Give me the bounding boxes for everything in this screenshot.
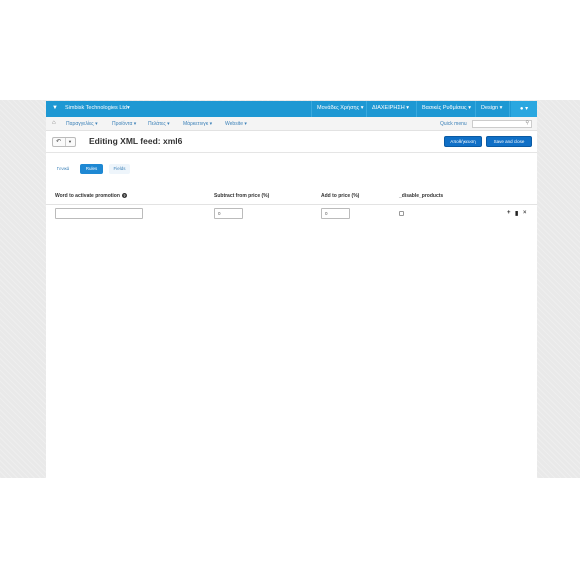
nav-settings[interactable]: Βασικές Ρυθμίσεις ▾ <box>422 105 471 111</box>
user-menu-button[interactable]: ● ▾ <box>511 101 537 117</box>
back-arrow-icon[interactable]: ↶ <box>56 138 61 146</box>
subnav-website[interactable]: Website ▾ <box>225 121 247 127</box>
disable-products-checkbox[interactable] <box>399 211 404 216</box>
subnav-orders[interactable]: Παραγγελίες ▾ <box>66 121 98 127</box>
top-navbar: ▼ Simbisk Technologies Ltd▾ Μονάδες Χρήσ… <box>46 101 537 117</box>
copy-icon[interactable]: ▮ <box>515 210 518 217</box>
quick-search-input[interactable]: ⚲ <box>472 120 532 128</box>
page-title: Editing XML feed: xml6 <box>89 136 183 146</box>
promotion-word-input[interactable] <box>55 208 143 219</box>
nav-divider <box>416 101 417 117</box>
add-price-input[interactable]: 0 <box>321 208 350 219</box>
tab-rules[interactable]: Rules <box>80 164 103 174</box>
table-row: 0 0 + ▮ × <box>46 205 537 223</box>
company-selector[interactable]: Simbisk Technologies Ltd▾ <box>65 105 130 111</box>
nav-admin[interactable]: ΔΙΑΧΕΙΡΗΣΗ ▾ <box>372 105 409 111</box>
user-icon: ● <box>519 106 524 112</box>
subnav-customers[interactable]: Πελάτες ▾ <box>148 121 170 127</box>
quick-menu-link[interactable]: Quick menu <box>440 121 467 127</box>
close-icon[interactable]: × <box>523 210 527 216</box>
subnav-products[interactable]: Προϊόντα ▾ <box>112 121 136 127</box>
add-row-icon[interactable]: + <box>507 210 511 216</box>
app-window: ▼ Simbisk Technologies Ltd▾ Μονάδες Χρήσ… <box>46 101 537 478</box>
nav-divider <box>311 101 312 117</box>
subtract-price-input[interactable]: 0 <box>214 208 243 219</box>
column-header-subtract: Subtract from price (%) <box>214 193 270 199</box>
nav-divider <box>475 101 476 117</box>
nav-divider <box>366 101 367 117</box>
home-icon[interactable]: ⌂ <box>52 120 56 126</box>
tab-general[interactable]: Γενικά <box>52 164 74 174</box>
save-button[interactable]: Αποθήκευση <box>444 136 482 147</box>
button-divider <box>65 138 66 146</box>
secondary-navbar: ⌂ Παραγγελίες ▾ Προϊόντα ▾ Πελάτες ▾ Μάρ… <box>46 117 537 131</box>
nav-divider <box>509 101 510 117</box>
save-and-close-button[interactable]: Save and close <box>486 136 532 147</box>
nav-design[interactable]: Design ▾ <box>481 105 502 111</box>
nav-units[interactable]: Μονάδες Χρήσης ▾ <box>317 105 364 111</box>
column-header-word: Word to activate promotion? <box>55 193 127 199</box>
column-header-disable-products: _disable_products <box>399 193 444 199</box>
back-button-group[interactable]: ↶ ▼ <box>52 137 76 147</box>
page-header: ↶ ▼ Editing XML feed: xml6 Αποθήκευση Sa… <box>46 131 537 153</box>
subnav-marketing[interactable]: Μάρκετινγκ ▾ <box>183 121 212 127</box>
help-icon[interactable]: ? <box>121 193 127 198</box>
chevron-down-icon[interactable]: ▼ <box>68 138 72 146</box>
tab-fields[interactable]: Fields <box>109 164 130 174</box>
search-icon[interactable]: ⚲ <box>525 120 529 126</box>
rules-table-header: Word to activate promotion? Subtract fro… <box>46 191 537 205</box>
menu-toggle-icon[interactable]: ▼ <box>52 105 58 111</box>
column-header-add: Add to price (%) <box>321 193 360 199</box>
company-name: Simbisk Technologies Ltd <box>65 105 127 111</box>
